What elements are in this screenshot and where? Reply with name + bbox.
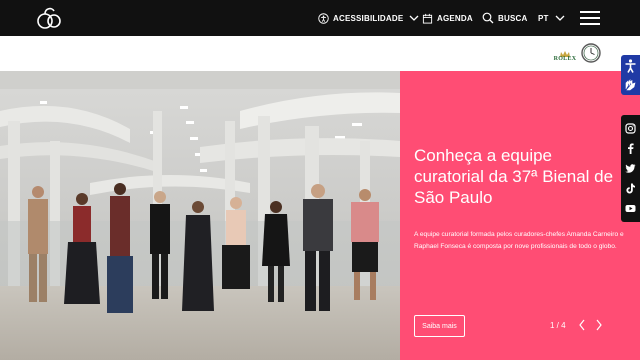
hamburger-menu-icon[interactable] — [580, 10, 600, 26]
accessibility-toolbar — [621, 55, 640, 95]
search-icon — [482, 12, 494, 24]
chevron-right-icon[interactable] — [595, 319, 603, 331]
search-link[interactable]: BUSCA — [482, 0, 527, 36]
top-navigation-bar: ACESSIBILIDADE AGENDA BUSCA PT — [0, 0, 640, 36]
facebook-icon[interactable] — [625, 143, 636, 154]
rolex-wordmark: ROLEX — [553, 56, 577, 62]
hero-title[interactable]: Conheça a equipe curatorial da 37ª Biena… — [414, 145, 614, 208]
sponsor-bar — [0, 36, 640, 71]
accessibility-person-icon[interactable] — [623, 58, 638, 74]
rolex-clock-icon[interactable] — [581, 43, 601, 63]
agenda-link[interactable]: AGENDA — [422, 0, 473, 36]
hero-info-panel: Conheça a equipe curatorial da 37ª Biena… — [400, 71, 640, 360]
social-toolbar — [621, 115, 640, 222]
sign-language-icon[interactable] — [623, 77, 638, 93]
language-selector[interactable]: PT — [538, 0, 565, 36]
agenda-label: AGENDA — [437, 13, 473, 23]
hero-image — [0, 71, 400, 360]
curatorial-team-photo — [0, 71, 400, 360]
accessibility-menu[interactable]: ACESSIBILIDADE — [318, 0, 419, 36]
search-label: BUSCA — [498, 13, 528, 23]
rolex-logo[interactable]: ROLEX — [552, 46, 578, 64]
hero-description: A equipe curatorial formada pelos curado… — [414, 231, 624, 250]
bienal-logo-icon[interactable] — [36, 6, 62, 30]
accessibility-label: ACESSIBILIDADE — [333, 13, 404, 23]
chevron-down-icon — [409, 15, 419, 21]
language-label: PT — [538, 13, 549, 23]
twitter-icon[interactable] — [625, 163, 636, 174]
tiktok-icon[interactable] — [625, 183, 636, 194]
chevron-down-icon — [555, 15, 565, 21]
youtube-icon[interactable] — [625, 203, 636, 214]
accessibility-icon — [318, 12, 329, 24]
calendar-icon — [422, 13, 433, 24]
instagram-icon[interactable] — [625, 123, 636, 134]
chevron-left-icon[interactable] — [578, 319, 586, 331]
saiba-mais-button[interactable]: Saiba mais — [414, 315, 465, 337]
slide-pager: 1 / 4 — [550, 321, 566, 330]
